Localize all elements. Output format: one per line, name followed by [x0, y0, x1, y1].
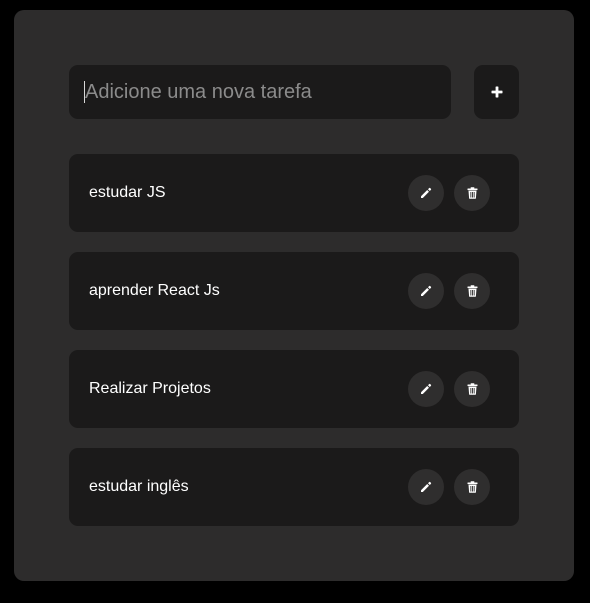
- trash-icon: [467, 187, 478, 199]
- delete-task-button[interactable]: [454, 273, 490, 309]
- edit-task-button[interactable]: [408, 175, 444, 211]
- new-task-input[interactable]: [69, 65, 451, 119]
- task-label: aprender React Js: [89, 282, 220, 299]
- task-label: estudar inglês: [89, 478, 189, 495]
- delete-task-button[interactable]: [454, 469, 490, 505]
- pencil-icon: [420, 383, 432, 395]
- task-item: Realizar Projetos: [69, 350, 519, 428]
- task-item: aprender React Js: [69, 252, 519, 330]
- add-task-form: [69, 65, 519, 119]
- text-caret: [84, 81, 85, 103]
- todo-panel: estudar JS: [14, 10, 574, 581]
- trash-icon: [467, 285, 478, 297]
- trash-icon: [467, 383, 478, 395]
- trash-icon: [467, 481, 478, 493]
- task-label: Realizar Projetos: [89, 380, 211, 397]
- task-item: estudar inglês: [69, 448, 519, 526]
- edit-task-button[interactable]: [408, 469, 444, 505]
- task-item: estudar JS: [69, 154, 519, 232]
- pencil-icon: [420, 187, 432, 199]
- task-list: estudar JS aprender React Js Realizar Pr…: [69, 154, 519, 546]
- edit-task-button[interactable]: [408, 371, 444, 407]
- edit-task-button[interactable]: [408, 273, 444, 309]
- task-input-container: [69, 65, 451, 119]
- add-task-button[interactable]: [474, 65, 519, 119]
- pencil-icon: [420, 285, 432, 297]
- delete-task-button[interactable]: [454, 371, 490, 407]
- task-label: estudar JS: [89, 184, 166, 201]
- delete-task-button[interactable]: [454, 175, 490, 211]
- pencil-icon: [420, 481, 432, 493]
- plus-icon: [491, 86, 503, 98]
